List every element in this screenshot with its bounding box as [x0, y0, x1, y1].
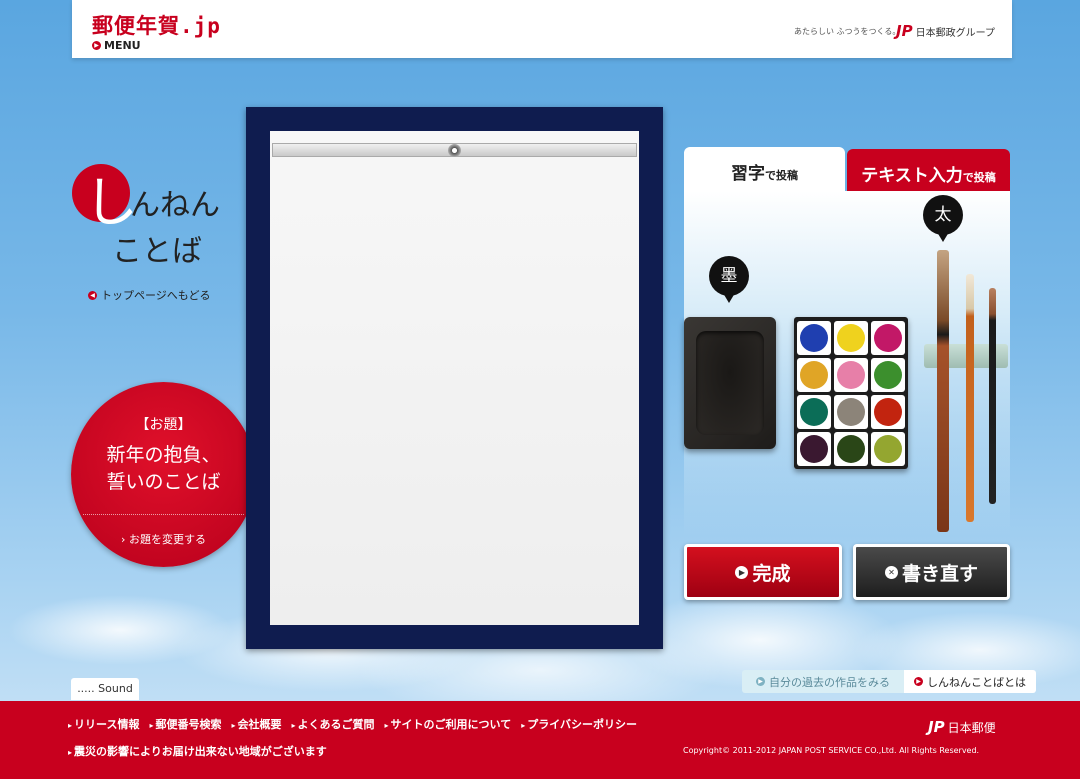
- paint-well-10[interactable]: [797, 431, 831, 466]
- back-arrow-icon: ◀: [88, 290, 97, 300]
- paint-color-swatch: [837, 360, 865, 389]
- group-name: 日本郵政グループ: [915, 27, 995, 39]
- topic-circle: 【お題】 新年の抱負、 誓いのことば › お題を変更する: [71, 382, 256, 567]
- tab-calligraphy-label: 習字: [731, 164, 765, 184]
- japan-post-logo[interactable]: JP 日本郵便: [928, 718, 996, 736]
- paint-color-swatch: [800, 434, 828, 463]
- topic-label: 【お題】: [135, 417, 192, 433]
- shinnen-kotoba-title: し んねん ことば: [70, 150, 240, 280]
- paper-knob-icon: [448, 144, 461, 157]
- tab-text-input[interactable]: テキスト入力で投稿: [847, 149, 1010, 191]
- copyright: Copyright© 2011-2012 JAPAN POST SERVICE …: [683, 746, 980, 755]
- about-link[interactable]: ▶ しんねんことばとは: [904, 670, 1036, 693]
- footer-notice-link[interactable]: 震災の影響によりお届け出来ない地域がございます: [68, 743, 327, 759]
- menu-label: MENU: [104, 39, 141, 52]
- title-line1: んねん: [130, 188, 220, 223]
- rewrite-label: 書き直す: [901, 562, 978, 585]
- paint-well-8[interactable]: [834, 394, 868, 429]
- paint-color-swatch: [837, 434, 865, 463]
- paint-well-12[interactable]: [871, 431, 905, 466]
- paint-well-2[interactable]: [834, 320, 868, 355]
- footer-link-faq[interactable]: よくあるご質問: [292, 716, 375, 732]
- paint-color-swatch: [837, 323, 865, 352]
- paint-well-11[interactable]: [834, 431, 868, 466]
- topic-text-line1: 新年の抱負、: [106, 444, 221, 466]
- jp-logo-icon: JP: [928, 718, 945, 736]
- menu-button[interactable]: ▶ MENU: [92, 39, 141, 52]
- close-icon: ✕: [884, 565, 898, 579]
- paint-color-swatch: [800, 397, 828, 426]
- past-works-label: 自分の過去の作品をみる: [769, 675, 890, 689]
- tab-text-input-label: テキスト入力: [861, 166, 963, 186]
- past-works-link[interactable]: ▶ 自分の過去の作品をみる: [742, 670, 904, 693]
- topic-text: 新年の抱負、 誓いのことば: [91, 442, 236, 496]
- writing-board: [246, 107, 663, 649]
- paint-well-9[interactable]: [871, 394, 905, 429]
- jp-logo-icon: JP: [896, 22, 913, 40]
- paint-well-6[interactable]: [871, 357, 905, 392]
- brush-size-tooltip: 太: [923, 195, 963, 242]
- complete-button[interactable]: ▶ 完成: [684, 544, 842, 600]
- topic-divider: [83, 514, 244, 515]
- brush-medium[interactable]: [966, 274, 974, 522]
- arrow-icon: ▶: [756, 677, 765, 686]
- change-topic-arrow-icon: ›: [121, 533, 126, 546]
- footer-link-company[interactable]: 会社概要: [231, 716, 282, 732]
- arrow-icon: ▶: [92, 41, 101, 50]
- paint-well-4[interactable]: [797, 357, 831, 392]
- back-to-top-link[interactable]: ◀ トップページへもどる: [88, 287, 211, 303]
- rewrite-button[interactable]: ✕ 書き直す: [853, 544, 1010, 600]
- paper-weight-bar: [272, 143, 637, 157]
- tab-text-input-sub: で投稿: [962, 171, 996, 184]
- change-topic-label: お題を変更する: [128, 533, 206, 546]
- paint-well-7[interactable]: [797, 394, 831, 429]
- topic-text-line2: 誓いのことば: [106, 471, 221, 493]
- footer-link-terms[interactable]: サイトのご利用について: [385, 716, 512, 732]
- tagline: あたらしい ふつうをつくる。: [794, 27, 901, 36]
- paint-color-swatch: [800, 360, 828, 389]
- paint-well-5[interactable]: [834, 357, 868, 392]
- arrow-icon: ▶: [914, 677, 923, 686]
- tab-calligraphy-sub: で投稿: [765, 169, 798, 182]
- paint-well-1[interactable]: [797, 320, 831, 355]
- footer-link-privacy[interactable]: プライバシーポリシー: [521, 716, 637, 732]
- paint-color-swatch: [800, 323, 828, 352]
- sound-toggle[interactable]: ..... Sound: [71, 678, 139, 700]
- title-line2: ことば: [112, 234, 202, 269]
- paint-color-swatch: [837, 397, 865, 426]
- site-header: 郵便年賀.jp ▶ MENU あたらしい ふつうをつくる。 JP 日本郵政グルー…: [72, 0, 1012, 58]
- brush-thick[interactable]: [937, 250, 949, 532]
- play-icon: ▶: [735, 565, 749, 579]
- paint-color-swatch: [874, 397, 902, 426]
- site-logo[interactable]: 郵便年賀.jp: [92, 10, 221, 40]
- inkstone-tool[interactable]: [684, 317, 776, 449]
- back-link-label: トップページへもどる: [101, 289, 211, 302]
- color-palette: [794, 317, 908, 469]
- brush-thin[interactable]: [989, 288, 996, 504]
- paint-color-swatch: [874, 323, 902, 352]
- about-label: しんねんことばとは: [927, 675, 1026, 689]
- japan-post-group-logo[interactable]: JP 日本郵政グループ: [896, 22, 995, 40]
- japan-post-name: 日本郵便: [947, 720, 996, 735]
- inkstone-well: [696, 331, 764, 435]
- tab-calligraphy[interactable]: 習字で投稿: [684, 147, 845, 191]
- paint-color-swatch: [874, 434, 902, 463]
- footer-link-release[interactable]: リリース情報: [68, 716, 139, 732]
- paint-well-3[interactable]: [871, 320, 905, 355]
- footer-links: リリース情報 郵便番号検索 会社概要 よくあるご質問 サイトのご利用について プ…: [68, 716, 637, 732]
- site-footer: リリース情報 郵便番号検索 会社概要 よくあるご質問 サイトのご利用について プ…: [0, 701, 1080, 779]
- paint-color-swatch: [874, 360, 902, 389]
- ink-tooltip: 墨: [709, 256, 749, 303]
- change-topic-link[interactable]: › お題を変更する: [71, 531, 256, 547]
- footer-link-postcode[interactable]: 郵便番号検索: [149, 716, 221, 732]
- writing-paper-canvas[interactable]: [270, 131, 639, 625]
- complete-label: 完成: [752, 562, 791, 585]
